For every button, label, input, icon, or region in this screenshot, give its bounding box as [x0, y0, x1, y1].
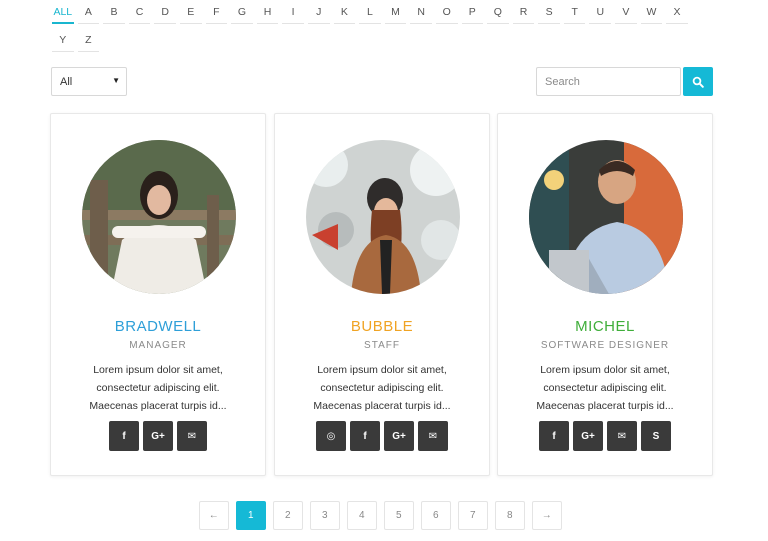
alpha-letter-y[interactable]: Y [50, 28, 76, 52]
dribbble-icon[interactable]: ◎ [316, 421, 346, 451]
alpha-letter-m[interactable]: M [383, 0, 409, 24]
page-button-6[interactable]: 6 [421, 501, 451, 530]
facebook-icon[interactable]: f [350, 421, 380, 451]
alpha-letter-p[interactable]: P [460, 0, 486, 24]
alpha-letter-w[interactable]: W [639, 0, 665, 24]
page-button-5[interactable]: 5 [384, 501, 414, 530]
alpha-letter-b[interactable]: B [101, 0, 127, 24]
next-page-button[interactable]: → [532, 501, 562, 530]
member-role: SOFTWARE DESIGNER [540, 340, 670, 351]
social-links: ◎ f G+ ✉ [275, 421, 489, 451]
alphabet-filter: ALL A B C D E F G H I J K L M N O P Q R … [50, 0, 710, 52]
social-links: f G+ ✉ [51, 421, 265, 451]
category-select-value: All [60, 75, 73, 88]
alpha-letter-d[interactable]: D [152, 0, 178, 24]
pagination: ← 1 2 3 4 5 6 7 8 → [199, 501, 562, 530]
alpha-letter-j[interactable]: J [306, 0, 332, 24]
member-name: BUBBLE [350, 318, 414, 335]
skype-icon[interactable]: S [641, 421, 671, 451]
alpha-letter-a[interactable]: A [76, 0, 102, 24]
social-links: f G+ ✉ S [498, 421, 712, 451]
alpha-letter-u[interactable]: U [587, 0, 613, 24]
alpha-letter-k[interactable]: K [332, 0, 358, 24]
search-input[interactable] [536, 67, 681, 96]
alpha-letter-v[interactable]: V [613, 0, 639, 24]
alpha-letter-g[interactable]: G [229, 0, 255, 24]
page-button-4[interactable]: 4 [347, 501, 377, 530]
member-bio: Lorem ipsum dolor sit amet, consectetur … [313, 364, 451, 412]
member-role: STAFF [364, 340, 400, 351]
alpha-letter-all[interactable]: ALL [50, 0, 76, 24]
alphabet-row-2: Y Z [50, 28, 710, 52]
alpha-letter-q[interactable]: Q [485, 0, 511, 24]
member-name: MICHEL [575, 318, 635, 335]
page-button-3[interactable]: 3 [310, 501, 340, 530]
alpha-letter-l[interactable]: L [357, 0, 383, 24]
category-select[interactable]: All ▼ [51, 67, 127, 96]
member-bio: Lorem ipsum dolor sit amet, consectetur … [536, 364, 674, 412]
alpha-letter-f[interactable]: F [204, 0, 230, 24]
page-button-2[interactable]: 2 [273, 501, 303, 530]
alpha-letter-z[interactable]: Z [76, 28, 102, 52]
alpha-letter-x[interactable]: X [664, 0, 690, 24]
search-icon [692, 76, 704, 88]
alpha-letter-t[interactable]: T [562, 0, 588, 24]
caret-down-icon: ▼ [112, 76, 120, 85]
member-photo [306, 140, 460, 294]
member-name: BRADWELL [114, 318, 202, 335]
team-member-card: MICHEL SOFTWARE DESIGNER Lorem ipsum dol… [497, 113, 713, 476]
member-photo [529, 140, 683, 294]
google-plus-icon[interactable]: G+ [384, 421, 414, 451]
team-member-card: BUBBLE STAFF Lorem ipsum dolor sit amet,… [274, 113, 490, 476]
member-photo [82, 140, 236, 294]
google-plus-icon[interactable]: G+ [143, 421, 173, 451]
alpha-letter-o[interactable]: O [434, 0, 460, 24]
facebook-icon[interactable]: f [109, 421, 139, 451]
alpha-letter-i[interactable]: I [280, 0, 306, 24]
member-role: MANAGER [129, 340, 187, 351]
email-icon[interactable]: ✉ [177, 421, 207, 451]
search-button[interactable] [683, 67, 713, 96]
alpha-letter-n[interactable]: N [408, 0, 434, 24]
alpha-letter-h[interactable]: H [255, 0, 281, 24]
prev-page-button[interactable]: ← [199, 501, 229, 530]
facebook-icon[interactable]: f [539, 421, 569, 451]
email-icon[interactable]: ✉ [418, 421, 448, 451]
alpha-letter-r[interactable]: R [511, 0, 537, 24]
page-button-7[interactable]: 7 [458, 501, 488, 530]
team-member-card: BRADWELL MANAGER Lorem ipsum dolor sit a… [50, 113, 266, 476]
page-button-8[interactable]: 8 [495, 501, 525, 530]
google-plus-icon[interactable]: G+ [573, 421, 603, 451]
alpha-letter-s[interactable]: S [536, 0, 562, 24]
alpha-letter-c[interactable]: C [127, 0, 153, 24]
alpha-letter-e[interactable]: E [178, 0, 204, 24]
page-button-1[interactable]: 1 [236, 501, 266, 530]
member-bio: Lorem ipsum dolor sit amet, consectetur … [89, 364, 227, 412]
email-icon[interactable]: ✉ [607, 421, 637, 451]
